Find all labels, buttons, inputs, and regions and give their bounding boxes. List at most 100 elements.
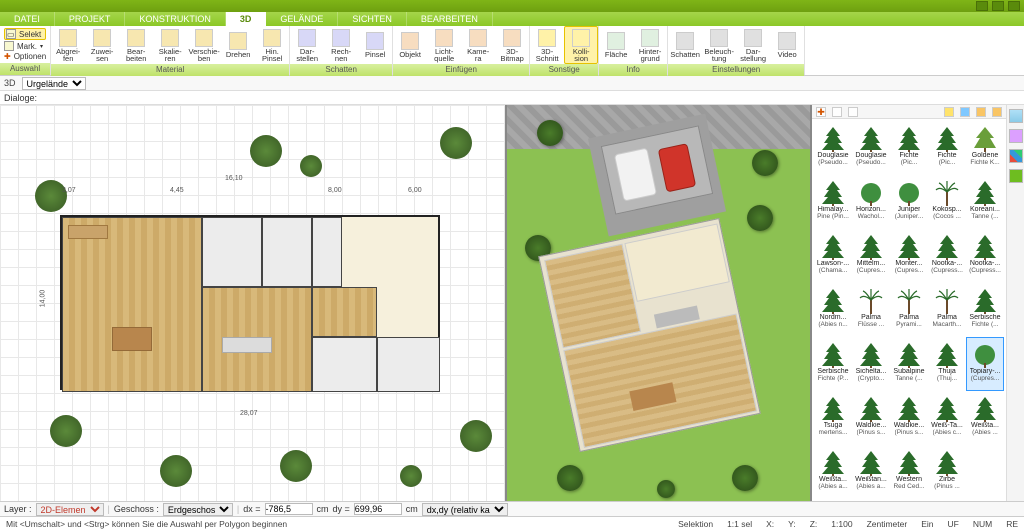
catalog-item[interactable]: PalmaFlüsse ... [852, 283, 890, 337]
ribbon-btn-lichtquelle[interactable]: Licht-quelle [427, 26, 461, 64]
ribbon-btn-video[interactable]: Video [770, 26, 804, 64]
terrain-bush-3d[interactable] [557, 465, 583, 491]
catalog-view-icon[interactable] [944, 107, 954, 117]
catalog-item[interactable]: Juniper(Juniper... [890, 175, 928, 229]
terrain-bush-2d[interactable] [35, 180, 67, 212]
catalog-item[interactable]: SerbischeFichte (P... [814, 337, 852, 391]
catalog-item[interactable]: Koreani...Tanne (... [966, 175, 1004, 229]
catalog-item[interactable]: Weißta...(Abies ... [966, 391, 1004, 445]
terrain-bush-2d[interactable] [300, 155, 322, 177]
terrain-bush-3d[interactable] [752, 150, 778, 176]
catalog-item[interactable]: Weißta...(Abies a... [814, 445, 852, 499]
catalog-item[interactable]: Topiary-...(Cupres... [966, 337, 1004, 391]
catalog-folder-icon[interactable] [976, 107, 986, 117]
side-tab-plants-icon[interactable] [1009, 169, 1023, 183]
window-close-button[interactable] [1008, 1, 1020, 11]
menu-tab-datei[interactable]: DATEI [0, 12, 55, 26]
catalog-tool-icon[interactable] [832, 107, 842, 117]
room-entry[interactable] [312, 287, 377, 337]
ribbon-btn-pinsel[interactable]: Pinsel [358, 26, 392, 64]
ribbon-btn-kamera[interactable]: Kame-ra [461, 26, 495, 64]
ribbon-btn-schatten[interactable]: Schatten [668, 26, 702, 64]
catalog-item[interactable]: Lawson-...(Chama... [814, 229, 852, 283]
ribbon-btn-zuweisen[interactable]: Zuwei-sen [85, 26, 119, 64]
room-wc[interactable] [312, 217, 342, 287]
terrain-bush-3d[interactable] [537, 120, 563, 146]
selekt-button[interactable]: ▭Selekt [4, 28, 46, 40]
catalog-tool-icon[interactable] [848, 107, 858, 117]
optionen-button[interactable]: ✚Optionen [4, 52, 46, 61]
catalog-view-icon[interactable] [960, 107, 970, 117]
terrain-bush-2d[interactable] [440, 127, 472, 159]
ribbon-btn-skalieren[interactable]: Skalie-ren [153, 26, 187, 64]
catalog-item[interactable]: PalmaPyrami... [890, 283, 928, 337]
catalog-item[interactable]: Nootka-...(Cupress... [928, 229, 966, 283]
ribbon-btn-kollision[interactable]: Kolli-sion [564, 26, 598, 64]
menu-tab-projekt[interactable]: PROJEKT [55, 12, 126, 26]
room-living[interactable] [62, 217, 202, 392]
catalog-item[interactable]: SubalpineTanne (... [890, 337, 928, 391]
catalog-item[interactable]: WesternRed Ced... [890, 445, 928, 499]
catalog-item[interactable]: Fichte(Pic... [890, 121, 928, 175]
ribbon-btn-beleuchtung[interactable]: Beleuch-tung [702, 26, 736, 64]
terrain-bush-2d[interactable] [400, 465, 422, 487]
catalog-item[interactable]: Tsugamertens... [814, 391, 852, 445]
side-tab-cube-icon[interactable] [1009, 129, 1023, 143]
coord-mode-select[interactable]: dx,dy (relativ ka [422, 503, 508, 516]
ribbon-btn-rechnen[interactable]: Rech-nen [324, 26, 358, 64]
ribbon-btn-darstellen[interactable]: Dar-stellen [290, 26, 324, 64]
catalog-item[interactable]: Himalay...Pine (Pin... [814, 175, 852, 229]
catalog-folder-icon[interactable] [992, 107, 1002, 117]
catalog-item[interactable]: Horizon...Wachol... [852, 175, 890, 229]
view-3d[interactable] [507, 105, 812, 501]
catalog-item[interactable]: Nootka-...(Cupress... [966, 229, 1004, 283]
terrain-bush-2d[interactable] [250, 135, 282, 167]
terrain-bush-3d[interactable] [747, 205, 773, 231]
ribbon-btn-dschnitt[interactable]: 3D-Schnitt [530, 26, 564, 64]
catalog-item[interactable]: Kokosp...(Cocos ... [928, 175, 966, 229]
catalog-item[interactable]: PalmaMacarth... [928, 283, 966, 337]
terrain-bush-2d[interactable] [460, 420, 492, 452]
catalog-item[interactable]: Thuja(Thuj... [928, 337, 966, 391]
catalog-item[interactable]: Waldkie...(Pinus s... [852, 391, 890, 445]
room-hall[interactable] [262, 217, 312, 287]
floorplan-2d[interactable] [60, 215, 440, 390]
ribbon-btn-flche[interactable]: Fläche [599, 26, 633, 64]
catalog-item[interactable]: Waldkie...(Pinus s... [890, 391, 928, 445]
side-tab-layers-icon[interactable] [1009, 109, 1023, 123]
room-bath[interactable] [202, 217, 262, 287]
catalog-item[interactable]: Sichelta...(Crypto... [852, 337, 890, 391]
catalog-item[interactable]: Fichte(Pic... [928, 121, 966, 175]
catalog-item[interactable]: Mittelm...(Cupres... [852, 229, 890, 283]
terrain-bush-3d[interactable] [732, 465, 758, 491]
dy-input[interactable] [354, 503, 402, 515]
terrain-bush-2d[interactable] [280, 450, 312, 482]
room-utility[interactable] [312, 337, 377, 392]
side-tab-materials-icon[interactable] [1009, 149, 1023, 163]
ribbon-btn-darstellung[interactable]: Dar-stellung [736, 26, 770, 64]
window-max-button[interactable] [992, 1, 1004, 11]
geschoss-select[interactable]: Erdgeschos [163, 503, 233, 516]
catalog-item[interactable]: SerbischeFichte (... [966, 283, 1004, 337]
ribbon-btn-dbitmap[interactable]: 3D-Bitmap [495, 26, 529, 64]
catalog-item[interactable]: GoldeneFichte K... [966, 121, 1004, 175]
menu-tab-konstruktion[interactable]: KONSTRUKTION [125, 12, 226, 26]
ribbon-btn-verschieben[interactable]: Verschie-ben [187, 26, 221, 64]
ribbon-btn-bearbeiten[interactable]: Bear-beiten [119, 26, 153, 64]
layer-select[interactable]: 2D-Elemen [36, 503, 104, 516]
menu-tab-sichten[interactable]: SICHTEN [338, 12, 407, 26]
terrain-bush-2d[interactable] [160, 455, 192, 487]
catalog-item[interactable]: Douglasie(Pseudo... [814, 121, 852, 175]
menu-tab-gelände[interactable]: GELÄNDE [266, 12, 338, 26]
catalog-item[interactable]: Monter...(Cupres... [890, 229, 928, 283]
terrain-bush-2d[interactable] [50, 415, 82, 447]
menu-tab-3d[interactable]: 3D [226, 12, 267, 26]
ribbon-btn-hintergrund[interactable]: Hinter-grund [633, 26, 667, 64]
ribbon-btn-objekt[interactable]: Objekt [393, 26, 427, 64]
terrain-bush-3d[interactable] [657, 480, 675, 498]
menu-tab-bearbeiten[interactable]: BEARBEITEN [407, 12, 493, 26]
mark-button[interactable]: Mark. ▾ [4, 41, 46, 51]
catalog-item[interactable]: Weißtan...(Abies a... [852, 445, 890, 499]
catalog-item[interactable]: Weiß-Ta...(Abies c... [928, 391, 966, 445]
dx-input[interactable] [265, 503, 313, 515]
